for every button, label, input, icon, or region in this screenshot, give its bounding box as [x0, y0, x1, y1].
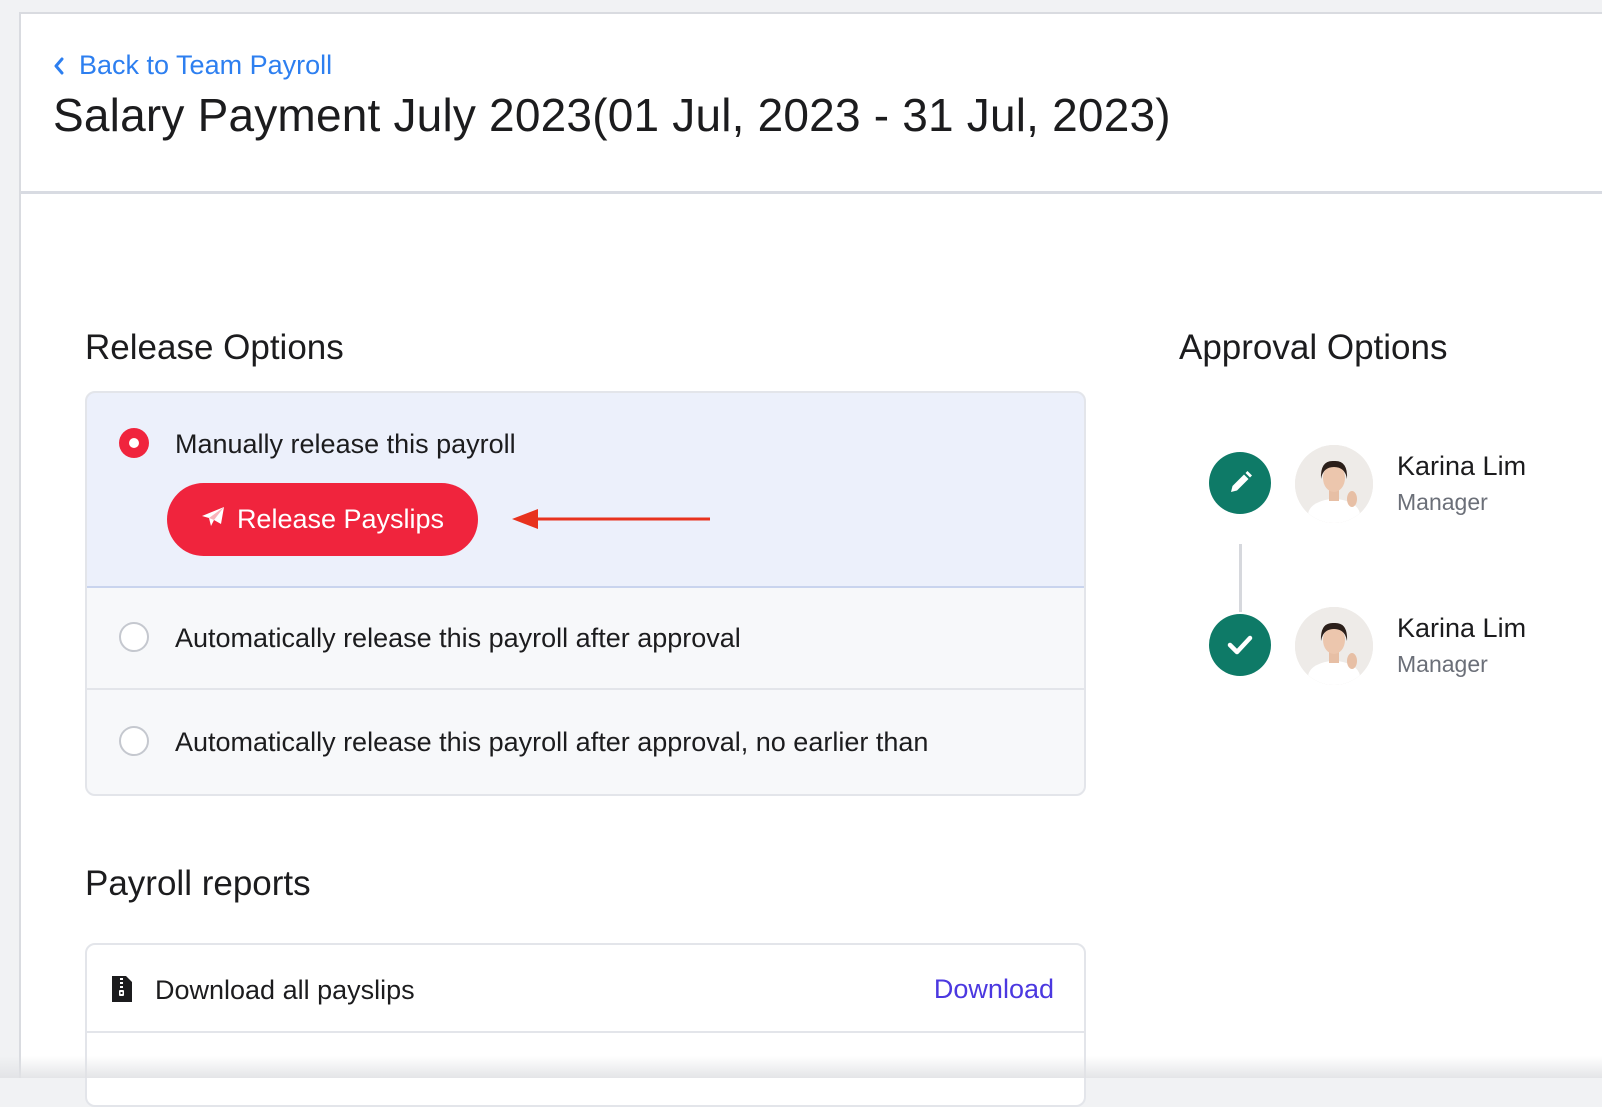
- release-payslips-button[interactable]: Release Payslips: [167, 483, 478, 556]
- option-auto-release[interactable]: Automatically release this payroll after…: [87, 586, 1084, 690]
- page-header: Back to Team Payroll Salary Payment July…: [21, 14, 1602, 194]
- payroll-reports-list: Download all payslips Download: [85, 943, 1086, 1107]
- option-manual-release[interactable]: Manually release this payroll Release Pa…: [87, 393, 1084, 588]
- release-options-group: Manually release this payroll Release Pa…: [85, 391, 1086, 796]
- approver-name: Karina Lim: [1397, 613, 1527, 643]
- approver-role: Manager: [1397, 489, 1488, 515]
- radio-unselected[interactable]: [119, 622, 149, 652]
- chevron-left-icon: [53, 57, 65, 75]
- option-label: Manually release this payroll: [175, 429, 516, 459]
- option-label: Automatically release this payroll after…: [175, 623, 741, 653]
- bottom-scroll-fade: [0, 1056, 1602, 1078]
- approver-role: Manager: [1397, 651, 1488, 677]
- avatar: [1295, 445, 1373, 523]
- back-link-label[interactable]: Back to Team Payroll: [79, 50, 332, 81]
- paper-plane-icon: [201, 504, 225, 535]
- page-title: Salary Payment July 2023(01 Jul, 2023 - …: [53, 89, 1171, 141]
- release-options-title: Release Options: [85, 328, 344, 367]
- report-label: Download all payslips: [155, 975, 415, 1005]
- back-to-team-payroll-link[interactable]: Back to Team Payroll: [53, 50, 332, 81]
- approver-name: Karina Lim: [1397, 451, 1527, 481]
- approval-options-title: Approval Options: [1179, 328, 1448, 367]
- avatar: [1295, 607, 1373, 685]
- check-icon: [1209, 614, 1271, 676]
- approver-item: Karina Lim Manager: [1207, 445, 1547, 527]
- annotation-arrow-icon: [512, 506, 712, 537]
- zip-file-icon: [111, 975, 133, 1008]
- approver-item: Karina Lim Manager: [1207, 607, 1547, 689]
- report-row: Download all payslips Download: [87, 945, 1084, 1033]
- payroll-page: Back to Team Payroll Salary Payment July…: [19, 12, 1602, 1107]
- pencil-icon: [1209, 452, 1271, 514]
- release-button-label: Release Payslips: [236, 504, 445, 534]
- radio-selected[interactable]: [119, 428, 149, 458]
- option-label: Automatically release this payroll after…: [175, 727, 929, 757]
- option-auto-release-no-earlier[interactable]: Automatically release this payroll after…: [87, 690, 1084, 792]
- download-link[interactable]: Download: [934, 974, 1054, 1005]
- approval-connector-line: [1239, 544, 1242, 612]
- payroll-reports-title: Payroll reports: [85, 864, 311, 903]
- radio-unselected[interactable]: [119, 726, 149, 756]
